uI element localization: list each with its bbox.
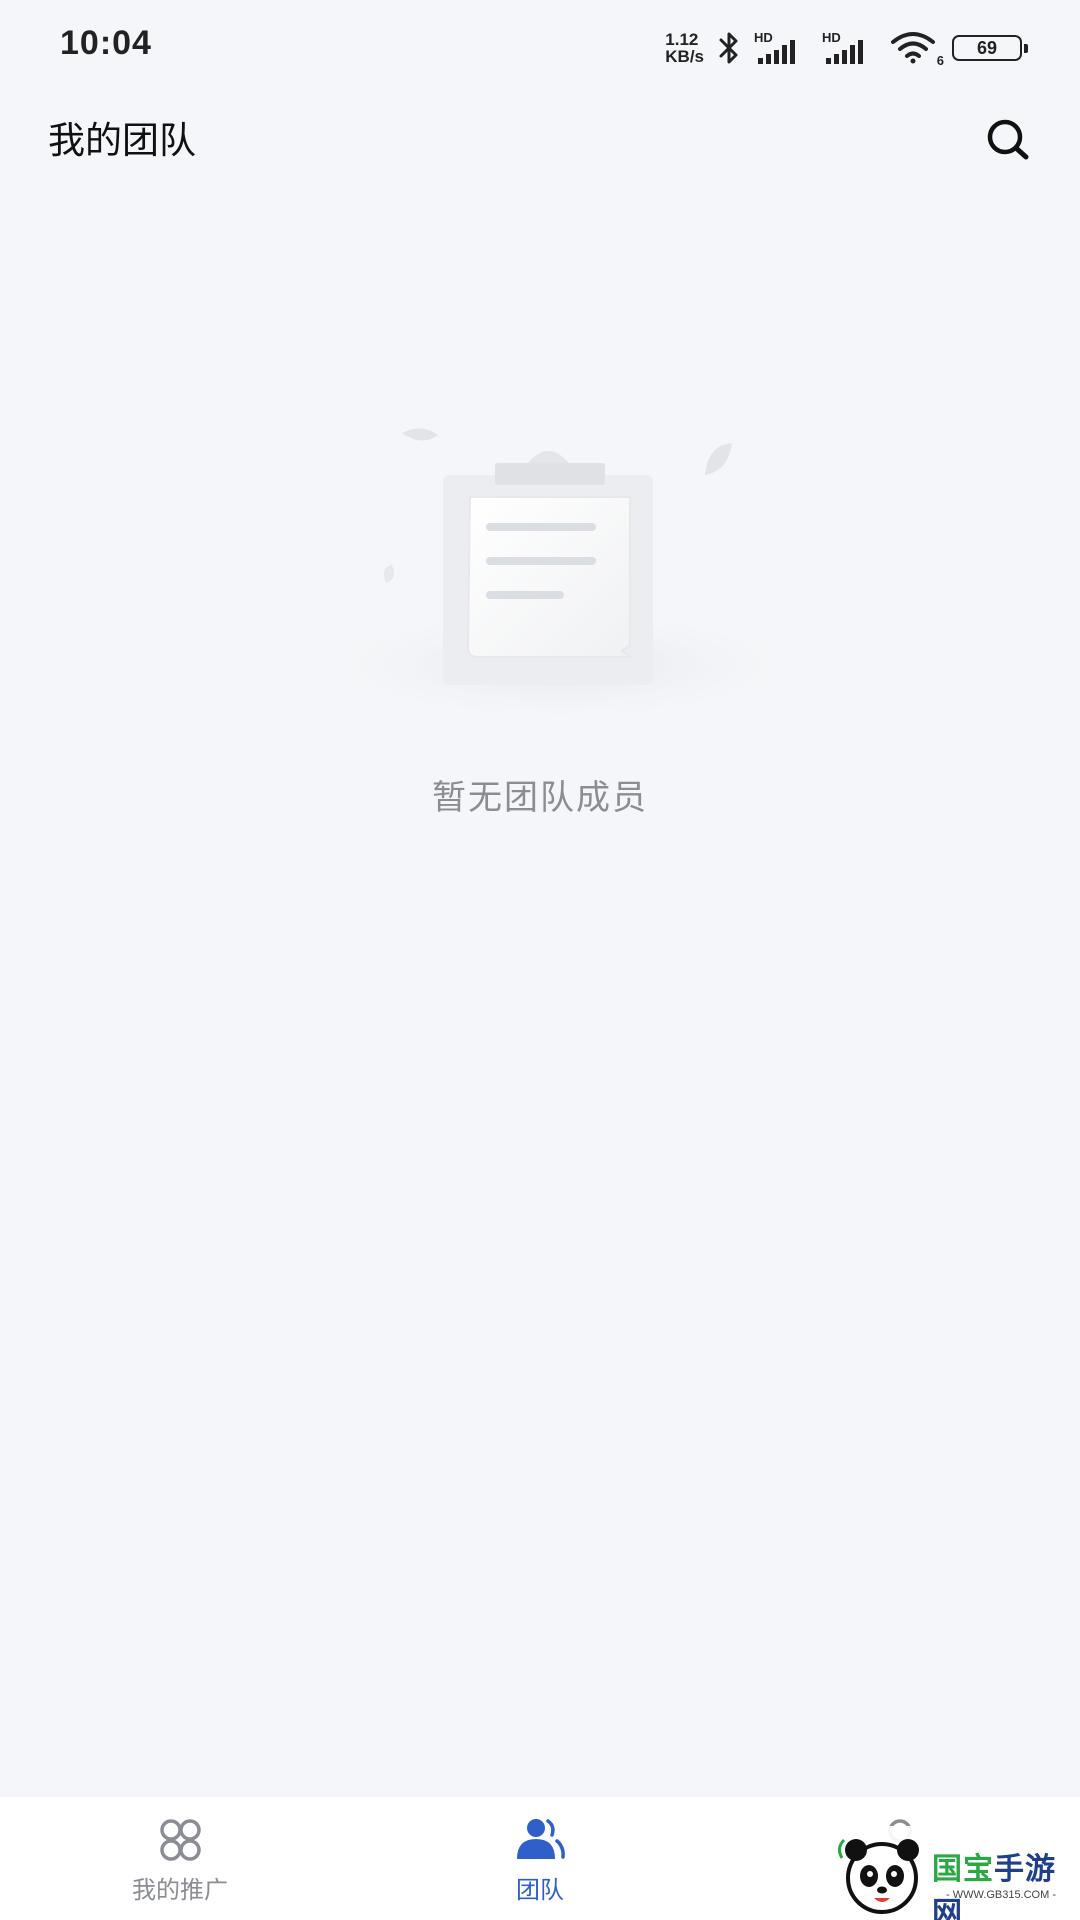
grid-icon (160, 1819, 201, 1861)
watermark: 国宝手游网 - WWW.GB315.COM - (828, 1826, 1080, 1920)
status-bar: 10:04 1.12 KB/s HD HD 6 69 (0, 0, 1080, 95)
battery-level: 69 (976, 37, 998, 58)
nav-item-team[interactable]: 团队 (440, 1797, 640, 1920)
search-button[interactable] (984, 116, 1032, 164)
status-icons: 1.12 KB/s HD HD 6 69 (665, 28, 1028, 68)
signal-icon: HD (822, 30, 878, 66)
team-icon (517, 1819, 565, 1859)
signal-icon: HD (754, 30, 810, 66)
nav-item-my-promotion[interactable]: 我的推广 (80, 1797, 280, 1920)
empty-clipboard-illustration (310, 428, 800, 725)
bluetooth-icon (719, 32, 738, 64)
panda-logo (837, 1838, 919, 1914)
wifi-label: 6 (936, 53, 944, 68)
network-speed-value: 1.12 (665, 30, 699, 49)
status-time: 10:04 (60, 24, 152, 62)
watermark-site-name: 国宝手游网 (932, 1844, 1080, 1920)
network-speed: 1.12 KB/s (665, 31, 704, 65)
battery-icon: 69 (952, 35, 1028, 61)
network-speed-unit: KB/s (665, 47, 704, 66)
watermark-url: - WWW.GB315.COM - (946, 1889, 1056, 1901)
wifi-icon: 6 (890, 30, 944, 68)
search-icon (987, 119, 1029, 160)
page-title: 我的团队 (48, 119, 196, 162)
nav-item-label: 团队 (516, 1876, 564, 1904)
empty-state-message: 暂无团队成员 (432, 778, 648, 818)
nav-item-label: 我的推广 (132, 1876, 228, 1904)
watermark-name-part-1: 国宝 (932, 1852, 994, 1887)
